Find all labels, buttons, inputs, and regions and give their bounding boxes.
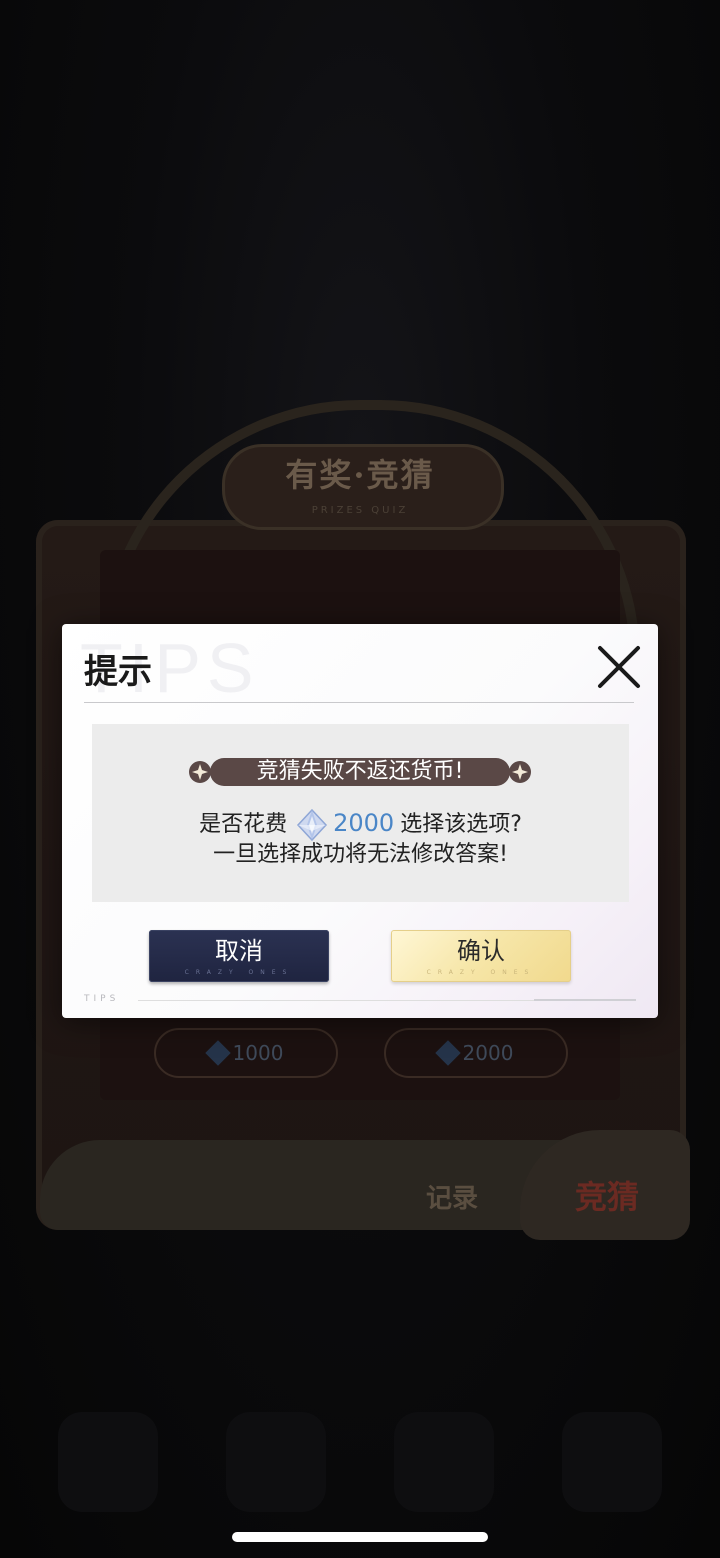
close-button[interactable] <box>596 644 642 690</box>
cost-prefix: 是否花费 <box>199 812 288 837</box>
cost-suffix: 选择该选项? <box>400 812 522 837</box>
cost-prompt: 是否花费 2000 选择该选项? <box>92 806 629 842</box>
irreversible-warning: 一旦选择成功将无法修改答案! <box>213 842 508 867</box>
home-indicator[interactable] <box>232 1532 488 1542</box>
confirm-button[interactable]: 确认 CRAZY ONES <box>391 930 571 982</box>
option-bet-1000: 1000 <box>154 1028 338 1078</box>
option-amount: 1000 <box>232 1041 284 1065</box>
confirm-label: 确认 <box>457 936 505 965</box>
tab-record: 记录 <box>426 1184 479 1214</box>
bottom-app-icon <box>394 1412 494 1512</box>
gem-icon <box>434 1040 461 1066</box>
cancel-sublabel: CRAZY ONES <box>184 968 294 976</box>
tab-guess: 竞猜 <box>575 1178 640 1216</box>
dialog-title: 提示 <box>84 652 152 692</box>
confirm-sublabel: CRAZY ONES <box>426 968 536 976</box>
diamond-gem-icon <box>295 808 329 842</box>
warning-banner-text: 竞猜失败不返还货币! <box>256 759 464 784</box>
quiz-subtitle: PRIZES QUIZ <box>311 505 409 516</box>
option-bet-2000: 2000 <box>384 1028 568 1078</box>
cost-amount: 2000 <box>333 809 395 837</box>
close-icon <box>598 646 640 688</box>
option-amount: 2000 <box>462 1041 514 1065</box>
dialog-footer-label: TIPS <box>84 994 120 1004</box>
warning-banner: 竞猜失败不返还货币! <box>188 754 532 790</box>
cancel-label: 取消 <box>215 936 263 965</box>
bottom-app-icon <box>226 1412 326 1512</box>
title-divider <box>84 702 634 703</box>
footer-accent-line <box>534 999 636 1001</box>
bottom-app-icon <box>58 1412 158 1512</box>
cancel-button[interactable]: 取消 CRAZY ONES <box>149 930 329 982</box>
bottom-app-icon <box>562 1412 662 1512</box>
quiz-title: 有奖·竞猜 <box>285 456 435 494</box>
gem-icon <box>204 1040 231 1066</box>
